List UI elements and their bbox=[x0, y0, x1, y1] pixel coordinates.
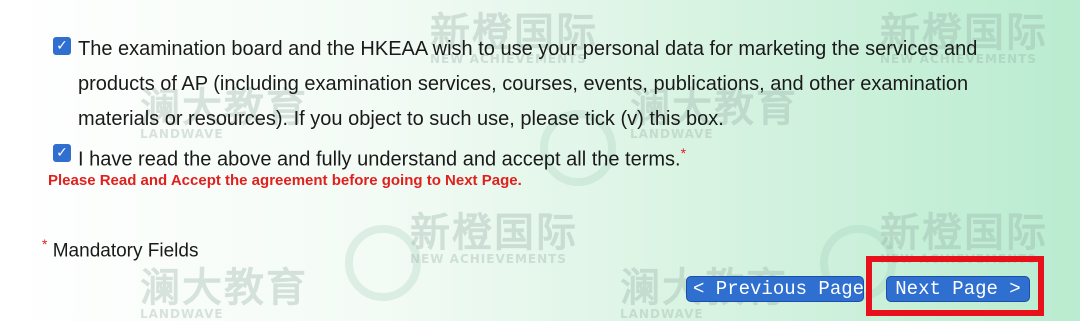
mandatory-fields-label: Mandatory Fields bbox=[52, 240, 199, 262]
required-marker: * bbox=[42, 236, 48, 252]
watermark-text: 新橙国际 NEW ACHIEVEMENTS bbox=[410, 210, 578, 266]
accept-terms-text: I have read the above and fully understa… bbox=[78, 148, 681, 171]
previous-page-button[interactable]: < Previous Page bbox=[686, 276, 864, 302]
agreement-warning: Please Read and Accept the agreement bef… bbox=[48, 172, 522, 189]
checkmark-icon: ✓ bbox=[56, 38, 68, 54]
mandatory-fields-note: * Mandatory Fields bbox=[42, 236, 198, 262]
marketing-consent-checkbox[interactable]: ✓ bbox=[53, 37, 71, 55]
accept-terms-label: I have read the above and fully understa… bbox=[78, 139, 686, 174]
watermark-logo bbox=[345, 225, 421, 301]
required-marker: * bbox=[680, 145, 687, 161]
accept-terms-checkbox[interactable]: ✓ bbox=[53, 144, 71, 162]
next-page-button[interactable]: Next Page > bbox=[886, 276, 1030, 302]
watermark-text: 澜大教育LANDWAVE bbox=[140, 265, 308, 321]
checkmark-icon: ✓ bbox=[56, 145, 68, 161]
watermark-text: 新橙国际 NEW ACHIEVEMENTS bbox=[880, 210, 1048, 266]
marketing-consent-text: The examination board and the HKEAA wish… bbox=[78, 38, 978, 130]
